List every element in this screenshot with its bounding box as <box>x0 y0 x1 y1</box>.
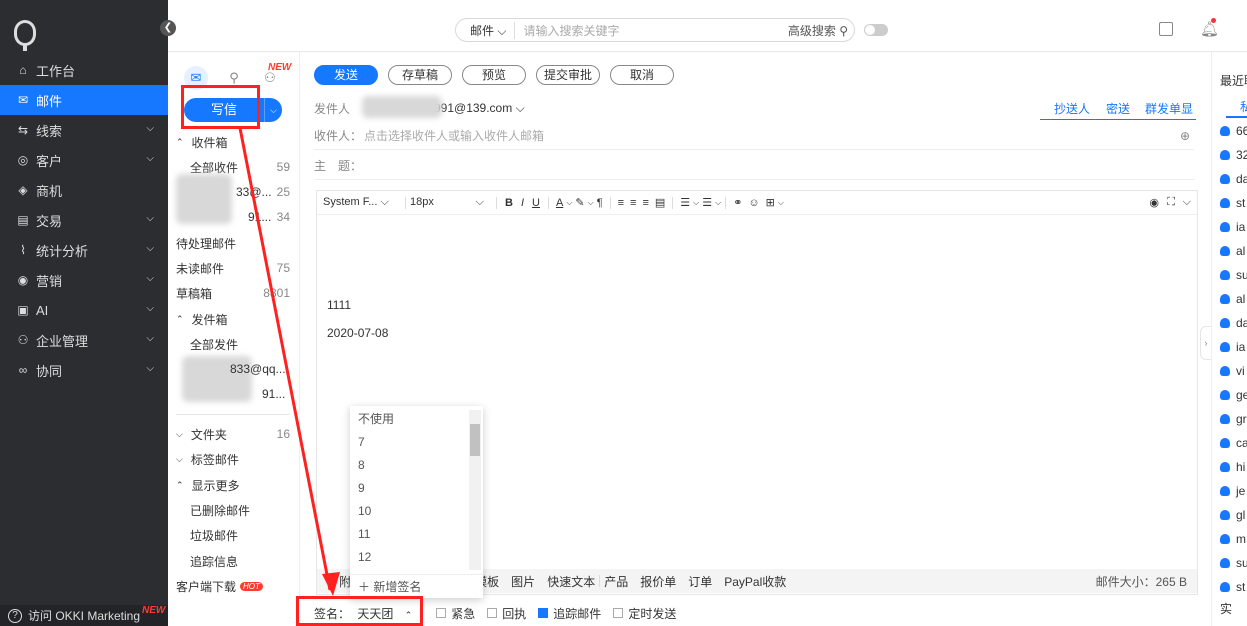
annotation-box-compose <box>181 85 260 129</box>
annotation-box-signature <box>296 596 423 626</box>
